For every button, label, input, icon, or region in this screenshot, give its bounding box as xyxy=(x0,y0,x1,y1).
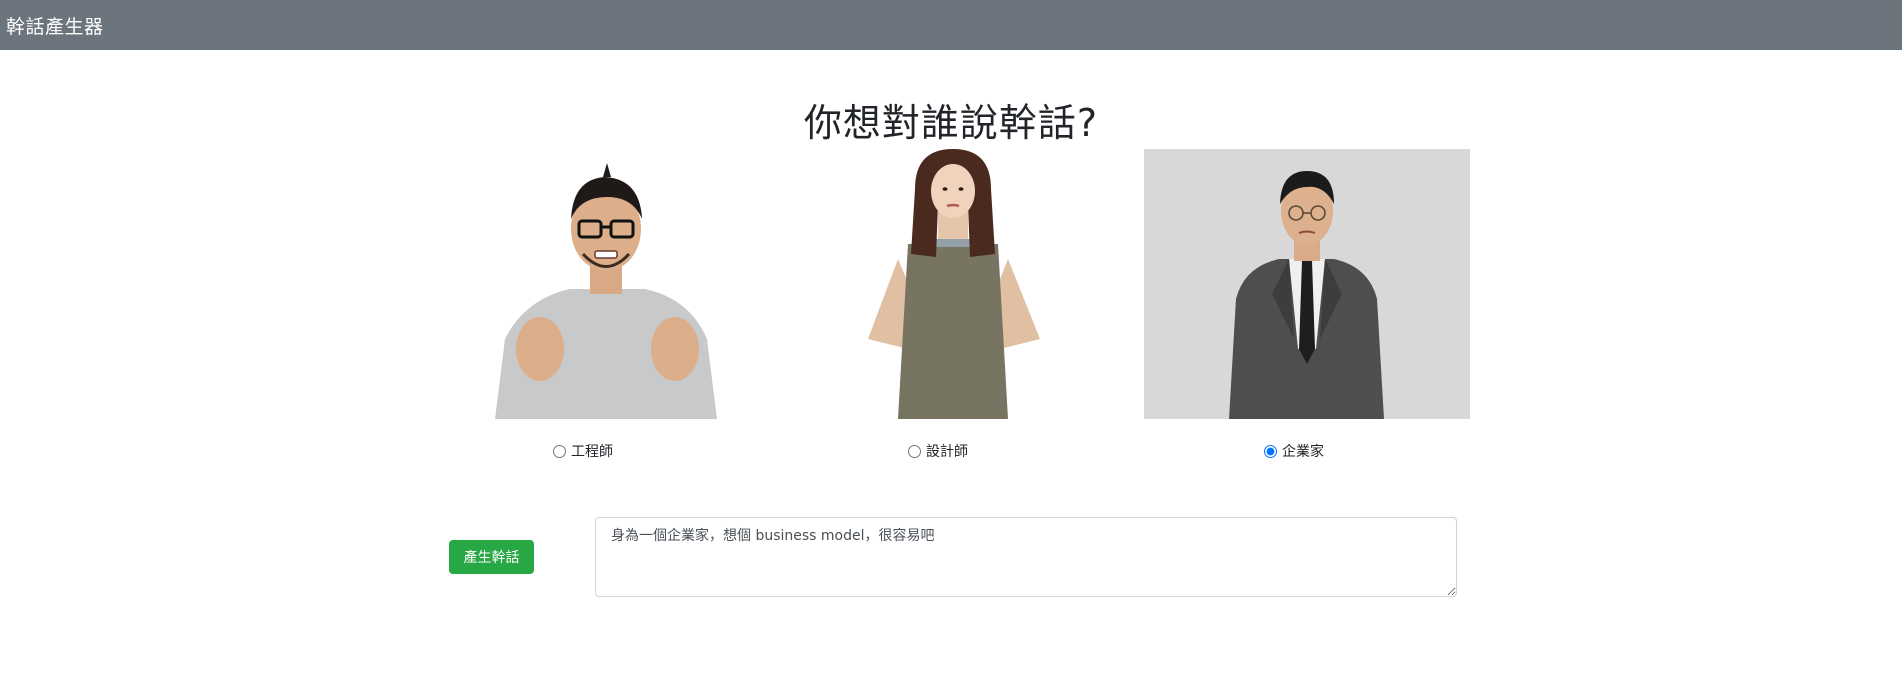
option-engineer: 工程師 xyxy=(445,149,771,460)
option-designer: 設計師 xyxy=(790,149,1116,460)
output-textarea[interactable]: 身為一個企業家，想個 business model，很容易吧 xyxy=(595,517,1457,597)
radio-label-entrepreneur: 企業家 xyxy=(1282,444,1324,460)
radio-engineer[interactable]: 工程師 xyxy=(553,441,753,461)
engineer-photo xyxy=(445,149,771,419)
radio-input-entrepreneur[interactable] xyxy=(1264,444,1277,458)
designer-photo xyxy=(790,149,1116,419)
radio-designer[interactable]: 設計師 xyxy=(908,441,1108,461)
radio-label-engineer: 工程師 xyxy=(571,444,613,460)
entrepreneur-photo xyxy=(1144,149,1470,419)
radio-entrepreneur[interactable]: 企業家 xyxy=(1264,441,1464,461)
option-entrepreneur: 企業家 xyxy=(1144,149,1470,460)
radio-input-engineer[interactable] xyxy=(553,444,566,458)
generate-button[interactable]: 產生幹話 xyxy=(449,540,534,574)
persona-options: 工程師 設計師 企業家 xyxy=(0,0,1902,480)
radio-label-designer: 設計師 xyxy=(926,444,968,460)
radio-input-designer[interactable] xyxy=(908,444,921,458)
